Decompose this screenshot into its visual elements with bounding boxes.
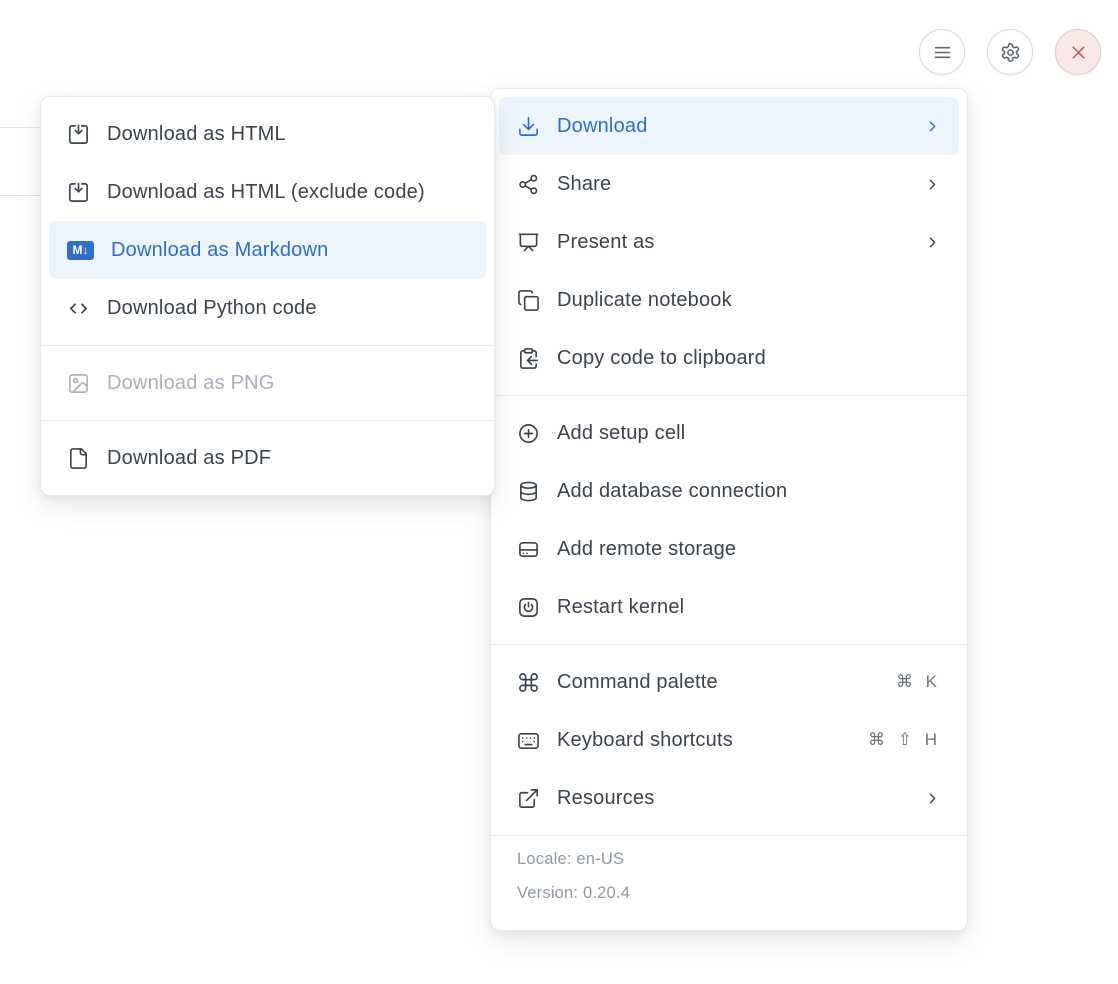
keyboard-icon xyxy=(517,729,540,752)
power-icon xyxy=(517,596,540,619)
page-fragment-line xyxy=(0,127,41,128)
image-icon xyxy=(67,372,90,395)
hamburger-icon xyxy=(932,42,953,63)
version-text: Version: 0.20.4 xyxy=(517,884,941,903)
chevron-right-icon xyxy=(924,234,941,251)
menu-item-resources[interactable]: Resources xyxy=(499,769,959,827)
menu-divider xyxy=(41,345,494,346)
box-download-icon xyxy=(67,123,90,146)
menu-item-download-html[interactable]: Download as HTML xyxy=(49,105,486,163)
file-icon xyxy=(67,447,90,470)
menu-item-download-png: Download as PNG xyxy=(49,354,486,412)
menu-item-label: Download Python code xyxy=(107,297,468,320)
menu-item-label: Keyboard shortcuts xyxy=(557,729,851,752)
menu-item-label: Add remote storage xyxy=(557,538,941,561)
gear-icon xyxy=(1000,42,1021,63)
duplicate-icon xyxy=(517,289,540,312)
menu-item-label: Duplicate notebook xyxy=(557,289,941,312)
menu-item-label: Download as Markdown xyxy=(111,239,468,262)
markdown-icon: M↓ xyxy=(67,241,94,260)
shortcut-hint: ⌘ ⇧ H xyxy=(868,730,941,750)
present-icon xyxy=(517,231,540,254)
menu-divider xyxy=(41,420,494,421)
close-icon xyxy=(1068,42,1089,63)
locale-text: Locale: en-US xyxy=(517,850,941,869)
menu-item-label: Add setup cell xyxy=(557,422,941,445)
share-icon xyxy=(517,173,540,196)
menu-item-add-database[interactable]: Add database connection xyxy=(499,462,959,520)
menu-item-label: Command palette xyxy=(557,671,879,694)
menu-item-label: Download as PNG xyxy=(107,372,468,395)
menu-item-label: Download as HTML (exclude code) xyxy=(107,181,468,204)
menu-item-keyboard-shortcuts[interactable]: Keyboard shortcuts ⌘ ⇧ H xyxy=(499,711,959,769)
menu-item-label: Present as xyxy=(557,231,907,254)
app-window: Download Share Present as Duplicate note… xyxy=(0,0,1118,984)
menu-item-label: Restart kernel xyxy=(557,596,941,619)
menu-item-label: Download as HTML xyxy=(107,123,468,146)
menu-item-label: Download as PDF xyxy=(107,447,468,470)
box-download-icon xyxy=(67,181,90,204)
menu-item-download-markdown[interactable]: M↓ Download as Markdown xyxy=(49,221,486,279)
menu-item-duplicate-notebook[interactable]: Duplicate notebook xyxy=(499,271,959,329)
settings-button[interactable] xyxy=(987,29,1033,75)
menu-item-present-as[interactable]: Present as xyxy=(499,213,959,271)
menu-item-copy-code[interactable]: Copy code to clipboard xyxy=(499,329,959,387)
menu-item-download[interactable]: Download xyxy=(499,97,959,155)
menu-item-restart-kernel[interactable]: Restart kernel xyxy=(499,578,959,636)
clipboard-copy-icon xyxy=(517,347,540,370)
menu-item-download-html-exclude-code[interactable]: Download as HTML (exclude code) xyxy=(49,163,486,221)
notebook-menu-button[interactable] xyxy=(919,29,965,75)
chevron-right-icon xyxy=(924,790,941,807)
shortcut-hint: ⌘ K xyxy=(896,672,941,692)
menu-item-label: Resources xyxy=(557,787,907,810)
menu-item-share[interactable]: Share xyxy=(499,155,959,213)
command-icon xyxy=(517,671,540,694)
plus-circle-icon xyxy=(517,422,540,445)
chevron-right-icon xyxy=(924,118,941,135)
menu-item-download-python[interactable]: Download Python code xyxy=(49,279,486,337)
menu-item-add-remote-storage[interactable]: Add remote storage xyxy=(499,520,959,578)
code-icon xyxy=(67,297,90,320)
menu-item-label: Add database connection xyxy=(557,480,941,503)
menu-footer: Locale: en-US Version: 0.20.4 xyxy=(491,835,967,922)
menu-divider xyxy=(491,395,967,396)
download-icon xyxy=(517,115,540,138)
menu-item-label: Copy code to clipboard xyxy=(557,347,941,370)
chevron-right-icon xyxy=(924,176,941,193)
external-link-icon xyxy=(517,787,540,810)
menu-item-label: Download xyxy=(557,115,907,138)
hard-drive-icon xyxy=(517,538,540,561)
close-button[interactable] xyxy=(1055,29,1101,75)
database-icon xyxy=(517,480,540,503)
menu-item-label: Share xyxy=(557,173,907,196)
download-submenu: Download as HTML Download as HTML (exclu… xyxy=(40,96,495,496)
notebook-menu: Download Share Present as Duplicate note… xyxy=(490,88,968,931)
page-fragment-line xyxy=(0,195,41,196)
menu-item-command-palette[interactable]: Command palette ⌘ K xyxy=(499,653,959,711)
menu-item-download-pdf[interactable]: Download as PDF xyxy=(49,429,486,487)
menu-divider xyxy=(491,644,967,645)
menu-item-add-setup-cell[interactable]: Add setup cell xyxy=(499,404,959,462)
